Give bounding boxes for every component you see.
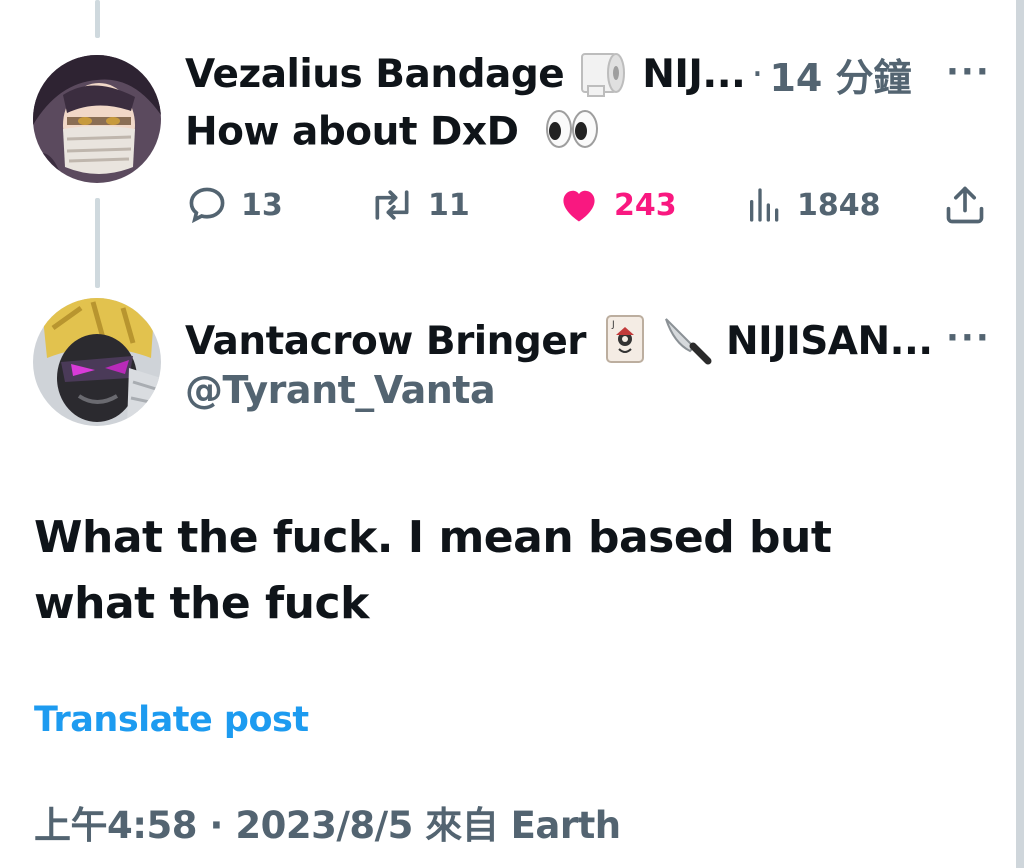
reply-text-line: How about DxD: [185, 108, 600, 160]
reply-display-name[interactable]: Vezalius Bandage: [185, 52, 565, 97]
post-timestamp-location[interactable]: 上午4:58 · 2023/8/5 來自 Earth: [34, 795, 621, 849]
views-action[interactable]: 1848: [745, 180, 881, 230]
main-handle[interactable]: @Tyrant_Vanta: [185, 368, 496, 412]
reply-header: Vezalius Bandage NIJ... · 14 分鐘: [185, 46, 912, 102]
reply-action-bar: 13 11 243 1848: [185, 180, 985, 230]
knife-emoji-icon: [660, 313, 712, 369]
thread-line-bottom: [95, 198, 100, 288]
reply-text: How about DxD: [185, 109, 519, 155]
like-action[interactable]: 243: [556, 180, 677, 230]
toilet-paper-emoji-icon: [576, 46, 628, 102]
main-name-suffix: NIJISAN...: [726, 318, 933, 364]
avatar-vantacrow[interactable]: [33, 298, 161, 426]
share-action[interactable]: [943, 180, 999, 230]
thread-line-top: [95, 0, 100, 38]
eyes-emoji-icon: [544, 108, 600, 160]
speech-bubble-icon: [189, 187, 225, 224]
translate-post-link[interactable]: Translate post: [34, 700, 309, 740]
joker-card-emoji-icon: J: [604, 313, 646, 369]
repost-arrows-icon: [375, 190, 409, 220]
reply-action[interactable]: 13: [185, 180, 283, 230]
main-display-name[interactable]: Vantacrow Bringer: [185, 319, 587, 364]
share-upload-icon: [946, 186, 984, 224]
scrollbar-edge: [1016, 0, 1024, 868]
reply-count: 13: [241, 187, 283, 223]
more-dots-icon-main[interactable]: ···: [946, 318, 991, 358]
main-header: Vantacrow Bringer J NIJISAN...: [185, 313, 933, 369]
svg-text:J: J: [611, 320, 615, 330]
avatar-vezalius[interactable]: [33, 55, 161, 183]
like-count: 243: [614, 187, 677, 223]
reply-separator: ·: [751, 52, 764, 96]
bar-chart-icon: [750, 188, 779, 222]
views-count: 1848: [797, 187, 881, 223]
more-dots-icon[interactable]: ···: [946, 52, 991, 92]
reply-time[interactable]: 14 分鐘: [769, 47, 911, 102]
main-post-text: What the fuck. I mean based but what the…: [34, 512, 832, 629]
repost-count: 11: [428, 187, 470, 223]
reply-name-suffix: NIJ...: [642, 51, 746, 97]
heart-icon: [563, 190, 595, 222]
repost-action[interactable]: 11: [368, 180, 470, 230]
